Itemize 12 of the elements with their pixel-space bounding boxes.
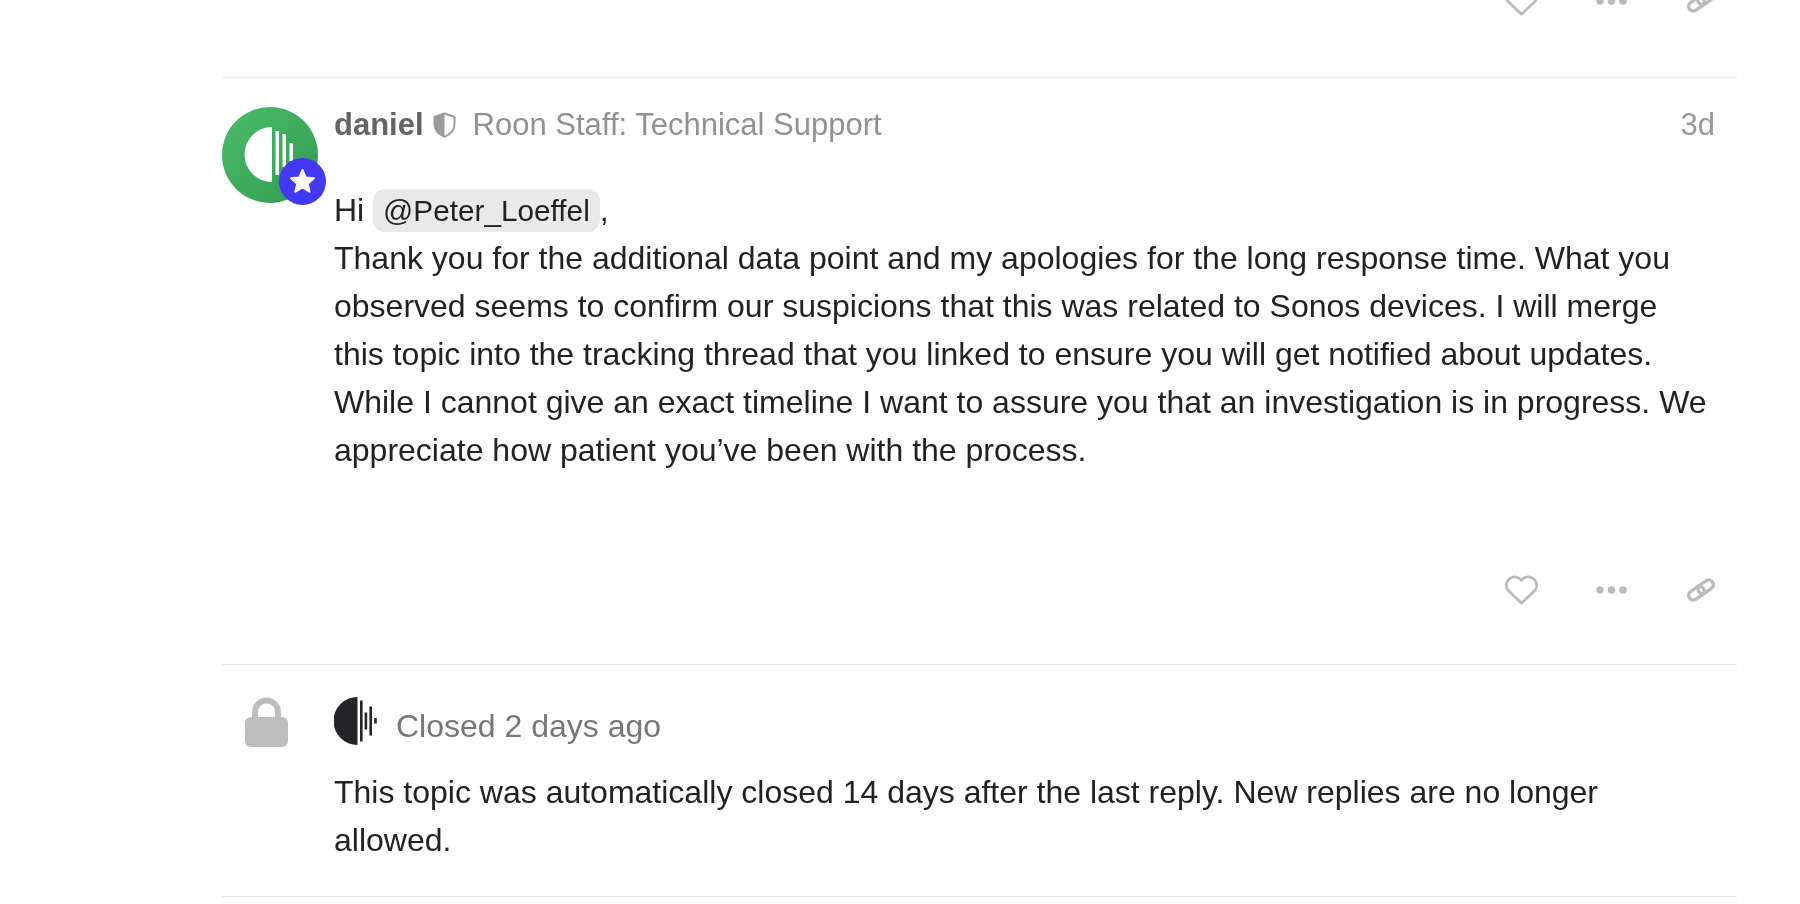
post-text: Thank you for the additional data point and my apologies for the long response time. What you observed seems to confirm our suspicions that this was related to Sonos devices. I will merge this topic into the tracking thread that you linked to ensure you will get notified about updates. While I cannot give an exact timeline I want to assure you that an investigation is in progress. We appreciate how patient you’ve been with the process. (334, 239, 1708, 470)
user-title: Roon Staff: Technical Support (472, 107, 882, 143)
more-icon (1595, 586, 1627, 594)
greeting-text: Hi @Peter_Loeffel , (334, 186, 1737, 234)
closed-message: This topic was automatically closed 14 days after the last reply. New replies are no longer allowed. (334, 773, 1599, 860)
closed-status: Closed 2 days ago (396, 707, 662, 744)
user-mention[interactable]: @Peter_Loeffel (373, 189, 600, 232)
lock-icon (245, 697, 288, 747)
system-avatar-icon (334, 697, 378, 745)
star-badge-icon (279, 158, 326, 205)
heart-icon (1502, 574, 1540, 606)
username[interactable]: daniel (334, 107, 424, 143)
